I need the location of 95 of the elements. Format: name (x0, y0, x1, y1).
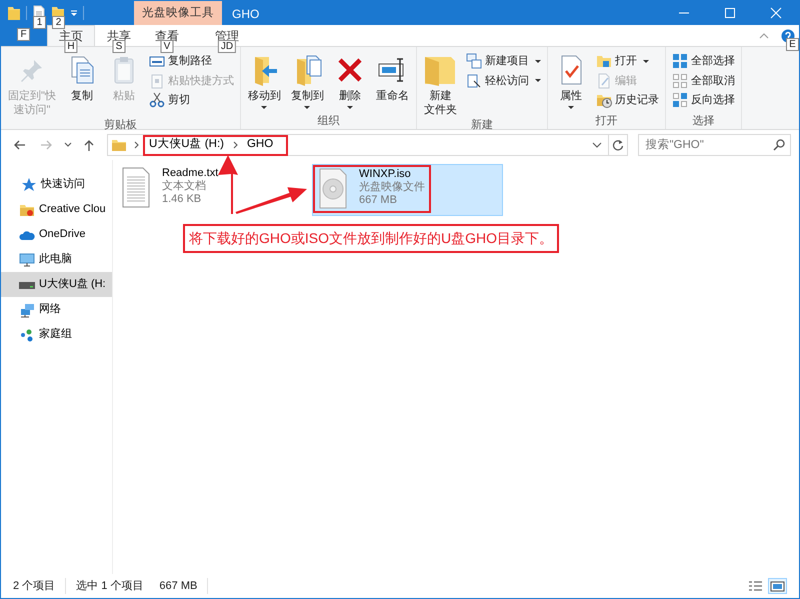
keytip-tooltip: S (112, 40, 126, 53)
chevron-right-icon (232, 140, 239, 150)
monitor-icon (19, 252, 35, 268)
keytip-tooltip: 1 (33, 16, 46, 29)
group-label: 组织 (316, 114, 340, 129)
caret-icon (642, 60, 649, 63)
search-field[interactable]: 搜索"GHO" (638, 134, 791, 156)
network-icon (19, 302, 35, 318)
refresh-icon (612, 139, 624, 151)
ribbon-button[interactable]: 全部选择 (670, 52, 737, 70)
ribbon-button[interactable]: 全部取消 (670, 72, 737, 90)
navigation-item[interactable]: OneDrive (1, 222, 112, 247)
keytip-tooltip: V (160, 40, 174, 53)
callout-text: 将下载好的GHO或ISO文件放到制作好的U盘GHO目录下。 (183, 224, 560, 253)
chevron-down-icon[interactable] (592, 141, 602, 149)
ribbon-button[interactable]: 移动到 (244, 50, 284, 113)
ribbon-button[interactable]: 历史记录 (594, 91, 661, 110)
keytip-tooltip: 2 (52, 16, 65, 29)
breadcrumb[interactable]: U大侠U盘 (H:) (146, 136, 227, 154)
caret-icon (534, 60, 541, 63)
keytip-tooltip: JD (218, 40, 236, 53)
navigation-item[interactable]: 网络 (1, 297, 112, 322)
ribbon-button[interactable]: 新建 文件夹 (420, 50, 460, 117)
ribbon-button[interactable]: 删除 (330, 50, 369, 113)
collapse-ribbon-icon[interactable] (759, 32, 769, 40)
file-tab[interactable]: F (1, 25, 47, 46)
ribbon-button[interactable]: 复制路径 (146, 52, 236, 70)
ribbon-button[interactable]: 复制到 (288, 50, 327, 113)
ribbon-button[interactable]: 属性 (552, 50, 590, 113)
group-label: 打开 (594, 114, 618, 129)
file-size: 1.46 KB (162, 193, 202, 206)
select-all-icon (672, 53, 688, 70)
invert-selection-icon (672, 92, 688, 108)
forward-arrow-icon (38, 138, 54, 152)
navigation-item[interactable]: 家庭组 (1, 322, 112, 347)
status-text: 2 个项目 (13, 578, 66, 594)
ribbon-button[interactable]: 轻松访问 (464, 72, 543, 90)
context-tab-header: 光盘映像工具 (134, 1, 222, 25)
status-text: 选中 1 个项目 (76, 578, 144, 594)
easy-access-icon (466, 72, 482, 89)
address-bar[interactable]: U大侠U盘 (H:) GHO (107, 134, 628, 156)
maximize-icon (722, 7, 738, 19)
breadcrumb[interactable]: GHO (244, 136, 276, 154)
ribbon-button[interactable]: 新建项目 (464, 52, 543, 70)
paste-shortcut-icon (148, 72, 165, 89)
new-folder-icon (424, 54, 456, 86)
back-arrow-icon (12, 138, 28, 152)
search-icon (773, 139, 785, 151)
status-text: 667 MB (159, 578, 208, 594)
large-icons-view-icon (770, 580, 785, 592)
open-icon (596, 53, 612, 70)
navigation-item[interactable]: 快速访问 (1, 172, 112, 197)
file-name: WINXP.iso (359, 168, 412, 180)
ribbon-button[interactable]: 反向选择 (670, 91, 737, 110)
folder-icon[interactable] (7, 5, 21, 21)
group-label: 新建 (470, 118, 494, 133)
keytip-tooltip: H (64, 40, 78, 53)
caret-icon (261, 106, 268, 109)
file-name: Readme.txt (162, 167, 218, 180)
view-button[interactable] (768, 578, 787, 594)
group-label: 选择 (691, 114, 716, 129)
new-item-icon (466, 53, 482, 70)
people-icon (19, 326, 35, 342)
select-none-icon (672, 72, 688, 89)
disc-image-icon (317, 168, 349, 209)
folder-icon (111, 137, 127, 153)
window-title: GHO (231, 6, 260, 23)
ribbon-button[interactable]: 重命名 (372, 50, 412, 113)
scissors-icon (148, 92, 165, 108)
ribbon-button[interactable]: 剪切 (146, 91, 236, 110)
navigation-item[interactable]: U大侠U盘 (H: (1, 272, 112, 297)
caret-icon (568, 106, 574, 109)
group-label: 剪贴板 (102, 118, 138, 133)
ribbon-button[interactable]: 打开 (594, 52, 661, 70)
navigation-item[interactable]: Creative Clou (1, 197, 112, 222)
caret-icon (346, 106, 353, 109)
dropdown-icon[interactable] (70, 9, 78, 17)
details-view-icon (748, 580, 763, 592)
navigation-item[interactable]: 此电脑 (1, 247, 112, 272)
close-icon (768, 7, 784, 19)
keytip-tooltip: F (17, 28, 30, 41)
file-type: 光盘映像文件 (359, 181, 425, 194)
caret-icon (304, 106, 310, 109)
up-arrow-icon (82, 138, 96, 152)
file-item[interactable]: WINXP.iso 光盘映像文件 667 MB (312, 164, 503, 216)
star-icon (21, 176, 37, 192)
text-document-icon (120, 167, 152, 208)
caret-icon (534, 79, 541, 82)
keytip-tooltip: E (786, 38, 799, 51)
ribbon-button[interactable]: 复制 (62, 50, 101, 117)
edit-icon (596, 72, 612, 89)
chevron-right-icon (133, 140, 140, 150)
file-type: 文本文档 (162, 180, 207, 193)
file-size: 667 MB (359, 194, 398, 207)
history-icon (596, 92, 612, 108)
